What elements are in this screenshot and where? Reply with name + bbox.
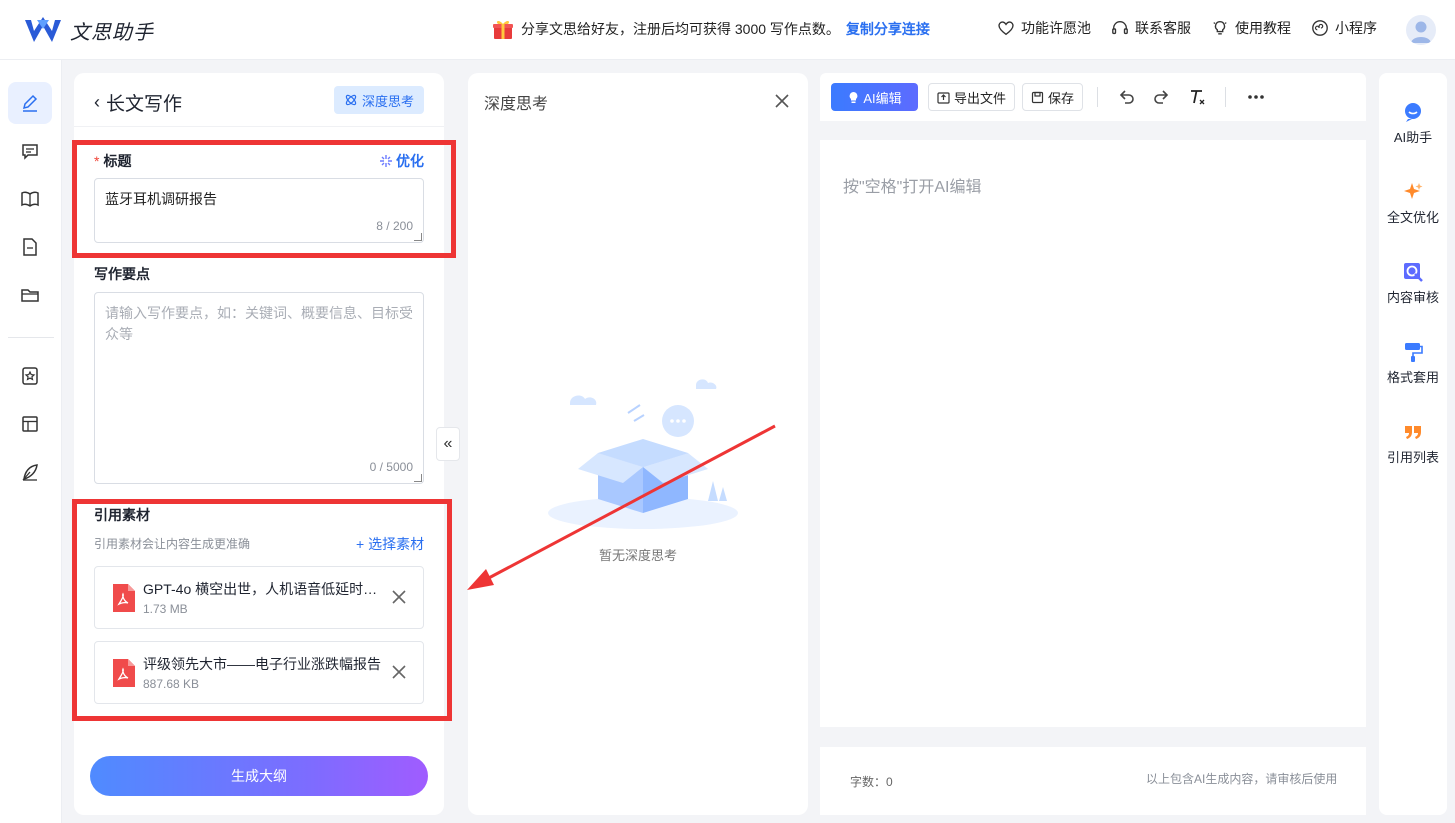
tutorial-link[interactable]: 使用教程 — [1211, 18, 1291, 38]
word-count: 字数：0 — [850, 775, 893, 789]
star-badge-icon — [22, 367, 38, 385]
pen-icon — [22, 94, 38, 112]
book-icon — [21, 191, 39, 207]
left-icon-rail — [0, 60, 62, 823]
rail-divider — [8, 337, 54, 338]
annotation-box-materials — [72, 499, 452, 721]
export-file-button[interactable]: 导出文件 — [928, 83, 1016, 111]
sparkle-icon — [1404, 183, 1423, 199]
paint-roller-icon — [1405, 343, 1423, 362]
editor-canvas[interactable]: 按"空格"打开AI编辑 — [820, 140, 1366, 727]
logo-text: 文思助手 — [70, 20, 154, 44]
feather-icon — [22, 464, 38, 481]
rail-templates[interactable] — [8, 403, 52, 445]
promo-text: 分享文思给好友，注册后均可获得 3000 写作点数。 — [521, 21, 840, 37]
rail-reading[interactable] — [8, 178, 52, 220]
magnifier-icon — [1404, 263, 1423, 282]
deep-thinking-panel: 深度思考 暂无深度思考 — [468, 73, 808, 815]
logo[interactable]: 文思助手 — [24, 16, 154, 45]
top-links: 功能许愿池 联系客服 使用教程 小程序 — [997, 18, 1377, 38]
promo-banner: 分享文思给好友，注册后均可获得 3000 写作点数。 复制分享连接 — [491, 17, 930, 41]
save-button[interactable]: 保存 — [1022, 83, 1084, 111]
rail-documents[interactable] — [8, 226, 52, 268]
empty-box-illustration — [548, 379, 738, 529]
editor-placeholder: 按"空格"打开AI编辑 — [843, 179, 982, 196]
annotation-box-title — [72, 140, 456, 258]
heart-icon — [998, 21, 1014, 36]
layout-icon — [22, 416, 38, 432]
collapse-panel-button[interactable]: « — [436, 427, 460, 461]
toolbar-divider — [1097, 87, 1098, 107]
citation-list-tool[interactable]: 引用列表 — [1379, 421, 1447, 466]
writing-points-input[interactable]: 请输入写作要点，如：关键词、概要信息、目标受众等 0 / 5000 — [94, 292, 424, 484]
folder-icon — [21, 289, 39, 302]
rail-write[interactable] — [8, 82, 52, 124]
atom-icon — [345, 94, 357, 106]
mini-program-icon — [1312, 20, 1328, 36]
content-review-tool[interactable]: 内容审核 — [1379, 261, 1447, 306]
rail-favorites[interactable] — [8, 355, 52, 397]
user-avatar[interactable] — [1406, 15, 1436, 45]
panel-title: 长文写作 — [106, 94, 183, 115]
empty-state-text: 暂无深度思考 — [598, 548, 677, 563]
ai-assistant-tool[interactable]: AI助手 — [1379, 101, 1447, 146]
mini-program-link[interactable]: 小程序 — [1311, 18, 1377, 38]
toolbar-divider — [1225, 87, 1226, 107]
ai-disclaimer: 以上包含AI生成内容，请审核后使用 — [1146, 772, 1338, 786]
lightbulb-icon — [849, 91, 858, 103]
format-apply-tool[interactable]: 格式套用 — [1379, 341, 1447, 386]
editor-status-bar: 字数：0 以上包含AI生成内容，请审核后使用 — [820, 747, 1366, 815]
deep-thinking-title: 深度思考 — [484, 96, 549, 113]
generate-outline-button[interactable]: 生成大纲 — [90, 756, 428, 796]
rail-folder[interactable] — [8, 274, 52, 316]
points-char-counter: 0 / 5000 — [369, 460, 413, 474]
customer-service-link[interactable]: 联系客服 — [1111, 18, 1191, 38]
rail-chat[interactable] — [8, 130, 52, 172]
more-icon[interactable] — [1246, 87, 1266, 107]
quote-icon — [1405, 426, 1421, 439]
lightbulb-icon — [1213, 21, 1227, 35]
headset-icon — [1112, 21, 1128, 35]
deep-think-toggle[interactable]: 深度思考 — [334, 86, 425, 114]
panel-header: ‹ 长文写作 深度思考 — [74, 73, 444, 127]
rail-creative[interactable] — [8, 451, 52, 493]
close-icon[interactable] — [774, 93, 790, 109]
export-icon — [937, 91, 950, 104]
avatar-icon — [1411, 21, 1431, 43]
ai-edit-button[interactable]: AI编辑 — [831, 83, 918, 111]
redo-icon[interactable] — [1152, 87, 1172, 107]
undo-icon[interactable] — [1116, 87, 1136, 107]
wish-pool-link[interactable]: 功能许愿池 — [997, 18, 1091, 38]
back-button[interactable]: ‹ 长文写作 — [94, 89, 182, 116]
gift-icon — [493, 20, 513, 39]
document-icon — [23, 238, 37, 256]
save-icon — [1031, 91, 1044, 103]
top-header: 文思助手 分享文思给好友，注册后均可获得 3000 写作点数。 复制分享连接 功… — [0, 0, 1455, 60]
resize-handle[interactable] — [414, 474, 422, 482]
editor-toolbar: AI编辑 导出文件 保存 — [820, 73, 1366, 121]
clear-format-icon[interactable] — [1187, 87, 1207, 107]
logo-mark-icon — [25, 16, 61, 42]
chevron-left-icon: ‹ — [94, 92, 100, 112]
comment-icon — [22, 144, 38, 160]
copy-share-link[interactable]: 复制分享连接 — [846, 19, 930, 39]
ai-assistant-icon — [1405, 103, 1421, 122]
right-tools-panel: AI助手 全文优化 内容审核 格式套用 引用列表 — [1379, 73, 1447, 815]
full-text-optimize-tool[interactable]: 全文优化 — [1379, 181, 1447, 226]
writing-points-label: 写作要点 — [94, 266, 150, 282]
